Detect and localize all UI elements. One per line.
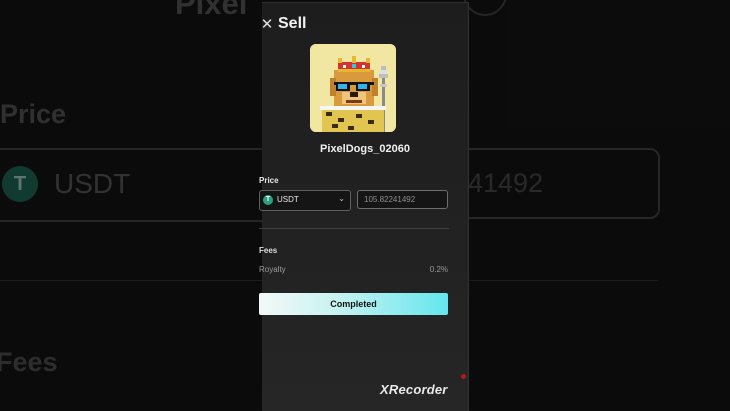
price-label: Price	[259, 176, 279, 185]
completed-button[interactable]: Completed	[259, 293, 448, 315]
nft-name: PixelDogs_02060	[320, 143, 410, 155]
divider	[259, 228, 449, 229]
record-indicator	[461, 374, 466, 379]
close-icon[interactable]: ✕	[258, 15, 276, 35]
tether-icon: T	[263, 195, 273, 205]
watermark: XRecorder	[380, 382, 448, 397]
token-select[interactable]: T USDT ⌄	[259, 190, 351, 211]
chevron-down-icon: ⌄	[338, 194, 345, 203]
price-input[interactable]	[357, 190, 448, 209]
nft-image	[310, 44, 396, 132]
sell-panel: ✕ Sell PixelDogs_02060 Price T USDT ⌄ 10…	[259, 2, 469, 411]
royalty-label: Royalty	[259, 265, 286, 274]
token-select-value: USDT	[277, 195, 299, 204]
fees-label: Fees	[259, 246, 278, 255]
pixel-dog-image	[310, 44, 396, 132]
royalty-value: 0.2%	[429, 265, 448, 274]
page-title: Sell	[278, 15, 307, 32]
